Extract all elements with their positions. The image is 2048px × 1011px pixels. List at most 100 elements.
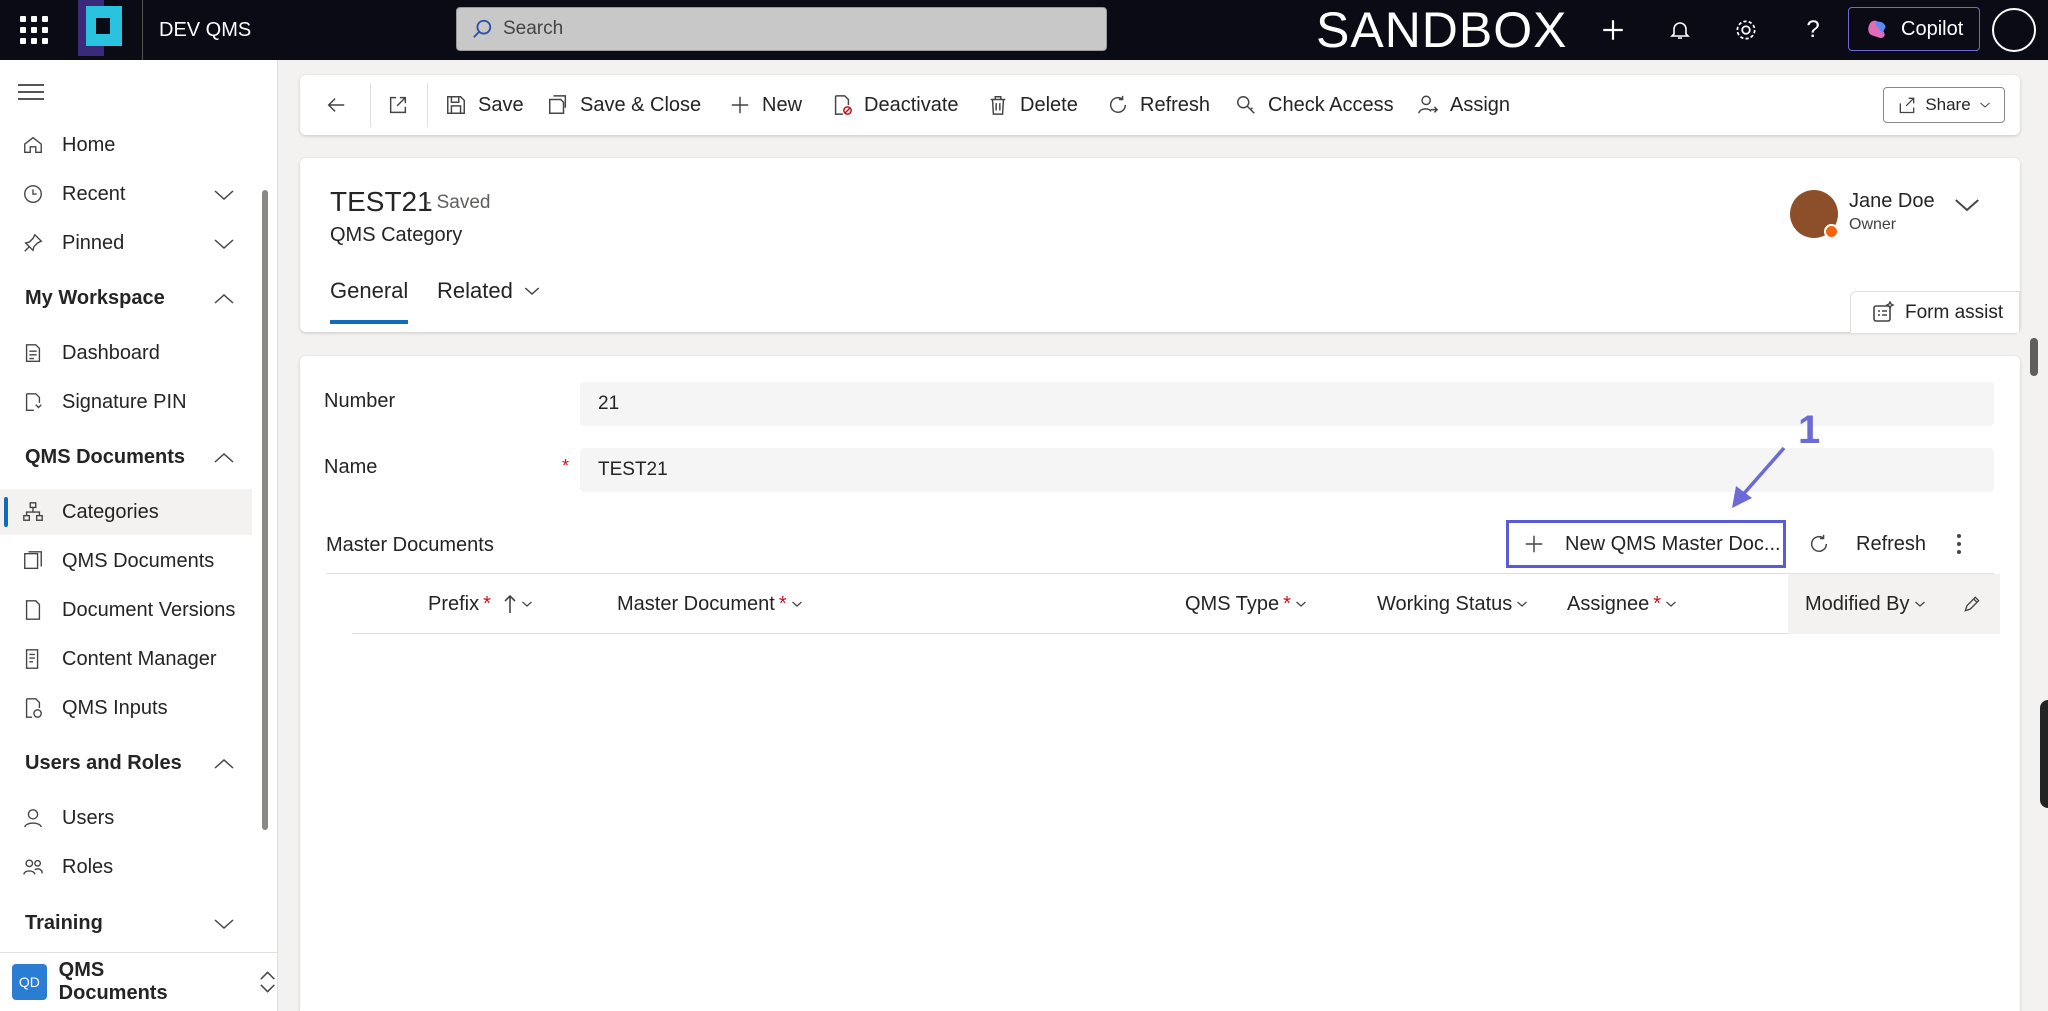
search-box[interactable]: Search: [456, 7, 1107, 51]
more-options-button[interactable]: [1956, 520, 1962, 568]
sidebar-item-content-manager[interactable]: Content Manager: [0, 636, 252, 682]
sidebar-item-label: Document Versions: [62, 598, 236, 621]
side-panel-handle[interactable]: [2040, 700, 2048, 808]
subgrid-title: Master Documents: [326, 534, 494, 556]
assign-button[interactable]: Assign: [1416, 75, 1510, 135]
sidebar-scrollbar[interactable]: [262, 190, 268, 830]
chevron-up-icon[interactable]: [212, 446, 236, 470]
user-avatar[interactable]: [1992, 8, 2036, 52]
sort-ascending-icon: [504, 594, 516, 613]
sidebar-group-training[interactable]: Training: [0, 900, 252, 946]
form-assist-button[interactable]: Form assist: [1850, 291, 2020, 333]
tab-related[interactable]: Related: [437, 278, 541, 324]
back-button[interactable]: [324, 75, 348, 135]
sidebar-group-users-and-roles[interactable]: Users and Roles: [0, 740, 252, 786]
number-label: Number: [324, 390, 396, 412]
main-scrollbar[interactable]: [2030, 338, 2038, 376]
column-header-prefix[interactable]: Prefix *: [428, 574, 533, 634]
sidebar-item-users[interactable]: Users: [0, 795, 252, 841]
sidebar-item-pinned[interactable]: Pinned: [0, 220, 252, 266]
check-access-button[interactable]: Check Access: [1234, 75, 1394, 135]
column-header-working-status[interactable]: Working Status: [1377, 574, 1528, 634]
record-header: TEST21 - Saved QMS Category General Rela…: [300, 158, 2020, 333]
subgrid-refresh-button[interactable]: Refresh: [1808, 520, 1926, 568]
sidebar-group-label: QMS Documents: [25, 445, 186, 468]
sidebar-item-qms-documents[interactable]: QMS Documents: [0, 538, 252, 584]
sidebar-item-label: Pinned: [62, 231, 125, 254]
copilot-button[interactable]: Copilot: [1848, 7, 1980, 51]
assign-person-icon: [1416, 93, 1440, 117]
environment-label: SANDBOX: [1316, 2, 1568, 58]
delete-button[interactable]: Delete: [986, 75, 1078, 135]
area-switcher[interactable]: QD QMS Documents: [0, 952, 278, 1011]
sidebar-item-categories[interactable]: Categories: [0, 489, 252, 535]
sidebar-group-my-workspace[interactable]: My Workspace: [0, 275, 252, 321]
sidebar-item-signature-pin[interactable]: Signature PIN: [0, 379, 252, 425]
clock-icon: [20, 181, 46, 207]
form-assist-icon: [1873, 300, 1895, 322]
open-new-window-button[interactable]: [386, 75, 410, 135]
required-indicator: *: [1653, 592, 1662, 615]
hamburger-menu-icon[interactable]: [18, 84, 44, 105]
new-label: New: [762, 93, 803, 116]
chevron-down-icon[interactable]: [212, 183, 236, 207]
chevron-down-icon[interactable]: [212, 232, 236, 256]
edit-columns-button[interactable]: [1962, 574, 1982, 634]
sidebar-group-qms-documents[interactable]: QMS Documents: [0, 434, 252, 480]
new-button[interactable]: New: [728, 75, 802, 135]
sidebar-item-label: Dashboard: [62, 341, 160, 364]
signature-icon: [20, 389, 46, 415]
number-field[interactable]: 21: [580, 382, 1994, 426]
refresh-icon: [1106, 93, 1130, 117]
open-new-window-icon: [386, 93, 410, 117]
column-header-modified-by[interactable]: Modified By: [1805, 574, 1926, 634]
divider: [370, 83, 371, 127]
app-title[interactable]: DEV QMS: [142, 0, 251, 60]
person-icon: [20, 805, 46, 831]
annotation-arrow-icon: [1732, 446, 1786, 508]
sidebar-item-recent[interactable]: Recent: [0, 171, 252, 217]
app-logo-icon: [78, 0, 122, 56]
column-header-qms-type[interactable]: QMS Type *: [1185, 574, 1307, 634]
app-launcher-icon[interactable]: [20, 16, 48, 44]
plus-icon[interactable]: [1597, 14, 1629, 46]
chevron-down-icon: [1914, 601, 1925, 607]
deactivate-button[interactable]: Deactivate: [830, 75, 959, 135]
column-header-master-document[interactable]: Master Document *: [617, 574, 803, 634]
new-qms-master-document-button[interactable]: New QMS Master Doc...: [1506, 520, 1786, 568]
sidebar-group-label: Training: [25, 911, 103, 934]
presence-status-dot: [1824, 224, 1839, 239]
owner-name[interactable]: Jane Doe: [1849, 190, 1935, 213]
delete-label: Delete: [1020, 93, 1078, 116]
deactivate-label: Deactivate: [864, 93, 959, 116]
annotation-step-number: 1: [1798, 408, 1821, 452]
column-header-assignee[interactable]: Assignee *: [1567, 574, 1677, 634]
refresh-button[interactable]: Refresh: [1106, 75, 1210, 135]
chevron-down-icon: [524, 287, 540, 296]
chevron-down-icon[interactable]: [1952, 190, 1982, 220]
share-icon: [1899, 97, 1915, 114]
save-button[interactable]: Save: [444, 75, 524, 135]
chevron-up-icon[interactable]: [212, 287, 236, 311]
bell-icon[interactable]: [1664, 14, 1696, 46]
tab-general[interactable]: General: [330, 278, 409, 324]
save-close-button[interactable]: Save & Close: [546, 75, 701, 135]
sidebar-item-document-versions[interactable]: Document Versions: [0, 587, 252, 633]
search-icon: [473, 19, 492, 38]
sidebar-item-label: QMS Inputs: [62, 696, 168, 719]
sidebar-item-label: Recent: [62, 182, 126, 205]
gear-icon[interactable]: [1730, 14, 1762, 46]
share-button[interactable]: Share: [1883, 87, 2005, 123]
column-label: QMS Type: [1185, 592, 1280, 615]
sidebar-item-home[interactable]: Home: [0, 122, 252, 168]
sidebar-item-dashboard[interactable]: Dashboard: [0, 330, 252, 376]
sidebar-item-qms-inputs[interactable]: QMS Inputs: [0, 685, 252, 731]
trash-icon: [986, 93, 1010, 117]
sidebar-item-roles[interactable]: Roles: [0, 844, 252, 890]
sidebar-item-label: Roles: [62, 855, 114, 878]
sidebar-item-label: Home: [62, 133, 116, 156]
chevron-up-icon[interactable]: [212, 752, 236, 776]
subgrid-header: Prefix * Master Document * QMS Type * Wo…: [352, 574, 2000, 634]
help-icon[interactable]: ?: [1797, 14, 1829, 46]
chevron-down-icon[interactable]: [212, 912, 236, 936]
